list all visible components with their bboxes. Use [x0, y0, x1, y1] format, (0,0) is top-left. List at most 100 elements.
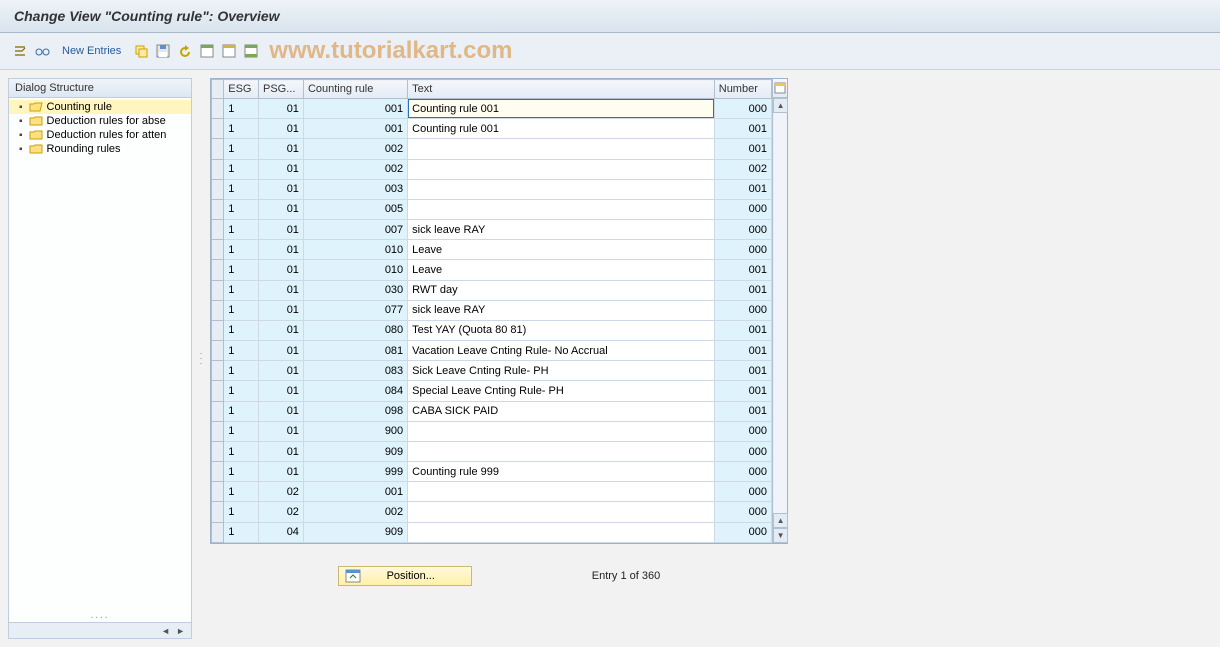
table-row[interactable]: 101002001	[212, 139, 772, 159]
cell-text[interactable]: CABA SICK PAID	[408, 401, 715, 421]
cell-number[interactable]: 001	[714, 320, 771, 340]
cell-text[interactable]: Counting rule 001	[408, 99, 715, 119]
table-row[interactable]: 101081Vacation Leave Cnting Rule- No Acc…	[212, 341, 772, 361]
cell-number[interactable]: 000	[714, 522, 771, 542]
cell-esg[interactable]: 1	[224, 119, 259, 139]
cell-rule[interactable]: 001	[303, 99, 407, 119]
cell-esg[interactable]: 1	[224, 199, 259, 219]
row-selector[interactable]	[212, 300, 224, 320]
cell-psg[interactable]: 01	[258, 99, 303, 119]
cell-text[interactable]: Leave	[408, 260, 715, 280]
cell-rule[interactable]: 002	[303, 139, 407, 159]
cell-esg[interactable]: 1	[224, 421, 259, 441]
row-selector[interactable]	[212, 522, 224, 542]
cell-rule[interactable]: 900	[303, 421, 407, 441]
tree-item-2[interactable]: ▪Deduction rules for atten	[9, 128, 191, 142]
cell-rule[interactable]: 002	[303, 159, 407, 179]
cell-rule[interactable]: 005	[303, 199, 407, 219]
cell-number[interactable]: 001	[714, 139, 771, 159]
cell-rule[interactable]: 010	[303, 240, 407, 260]
table-row[interactable]: 101030RWT day001	[212, 280, 772, 300]
table-row[interactable]: 101010Leave000	[212, 240, 772, 260]
cell-number[interactable]: 000	[714, 300, 771, 320]
row-selector[interactable]	[212, 401, 224, 421]
cell-psg[interactable]: 01	[258, 421, 303, 441]
cell-esg[interactable]: 1	[224, 139, 259, 159]
cell-psg[interactable]: 01	[258, 320, 303, 340]
row-selector[interactable]	[212, 320, 224, 340]
cell-esg[interactable]: 1	[224, 441, 259, 461]
row-header-corner[interactable]	[212, 80, 224, 99]
cell-esg[interactable]: 1	[224, 320, 259, 340]
cell-esg[interactable]: 1	[224, 159, 259, 179]
cell-text[interactable]: Test YAY (Quota 80 81)	[408, 320, 715, 340]
vertical-scrollbar[interactable]: ▲ ▲ ▼	[772, 79, 787, 543]
cell-esg[interactable]: 1	[224, 522, 259, 542]
cell-esg[interactable]: 1	[224, 220, 259, 240]
cell-text[interactable]	[408, 441, 715, 461]
cell-rule[interactable]: 002	[303, 502, 407, 522]
cell-number[interactable]: 000	[714, 199, 771, 219]
cell-text[interactable]	[408, 159, 715, 179]
cell-rule[interactable]: 001	[303, 482, 407, 502]
cell-number[interactable]: 001	[714, 381, 771, 401]
table-row[interactable]: 101900000	[212, 421, 772, 441]
cell-esg[interactable]: 1	[224, 179, 259, 199]
cell-number[interactable]: 001	[714, 119, 771, 139]
table-row[interactable]: 104909000	[212, 522, 772, 542]
deselect-all-icon[interactable]	[221, 43, 237, 59]
cell-number[interactable]: 002	[714, 159, 771, 179]
cell-text[interactable]: Leave	[408, 240, 715, 260]
table-row[interactable]: 101999Counting rule 999000	[212, 462, 772, 482]
table-row[interactable]: 101001Counting rule 001001	[212, 119, 772, 139]
col-text[interactable]: Text	[408, 80, 715, 99]
cell-psg[interactable]: 01	[258, 220, 303, 240]
cell-esg[interactable]: 1	[224, 462, 259, 482]
undo-icon[interactable]	[177, 43, 193, 59]
cell-esg[interactable]: 1	[224, 341, 259, 361]
copy-icon[interactable]	[133, 43, 149, 59]
row-selector[interactable]	[212, 381, 224, 401]
cell-number[interactable]: 000	[714, 220, 771, 240]
cell-text[interactable]: Vacation Leave Cnting Rule- No Accrual	[408, 341, 715, 361]
row-selector[interactable]	[212, 220, 224, 240]
glasses-icon[interactable]	[34, 43, 50, 59]
print-icon[interactable]	[243, 43, 259, 59]
row-selector[interactable]	[212, 199, 224, 219]
row-selector[interactable]	[212, 280, 224, 300]
cell-number[interactable]: 001	[714, 341, 771, 361]
scroll-up-icon[interactable]: ▲	[773, 98, 788, 113]
cell-rule[interactable]: 007	[303, 220, 407, 240]
cell-text[interactable]	[408, 522, 715, 542]
cell-rule[interactable]: 080	[303, 320, 407, 340]
cell-text[interactable]	[408, 179, 715, 199]
cell-rule[interactable]: 909	[303, 441, 407, 461]
tree-item-1[interactable]: ▪Deduction rules for abse	[9, 114, 191, 128]
cell-number[interactable]: 001	[714, 280, 771, 300]
cell-esg[interactable]: 1	[224, 240, 259, 260]
cell-rule[interactable]: 077	[303, 300, 407, 320]
scroll-left-icon[interactable]: ◄	[159, 626, 172, 636]
cell-text[interactable]: Counting rule 999	[408, 462, 715, 482]
table-row[interactable]: 101010Leave001	[212, 260, 772, 280]
table-row[interactable]: 101005000	[212, 199, 772, 219]
resize-grip[interactable]: ∙∙∙∙	[85, 612, 115, 618]
cell-rule[interactable]: 083	[303, 361, 407, 381]
toggle-icon[interactable]	[12, 43, 28, 59]
table-row[interactable]: 101080Test YAY (Quota 80 81)001	[212, 320, 772, 340]
cell-psg[interactable]: 01	[258, 341, 303, 361]
tree-item-0[interactable]: ▪Counting rule	[9, 100, 191, 114]
cell-number[interactable]: 000	[714, 99, 771, 119]
cell-text[interactable]: RWT day	[408, 280, 715, 300]
col-rule[interactable]: Counting rule	[303, 80, 407, 99]
row-selector[interactable]	[212, 260, 224, 280]
cell-text[interactable]: Counting rule 001	[408, 119, 715, 139]
table-row[interactable]: 101007sick leave RAY000	[212, 220, 772, 240]
cell-psg[interactable]: 04	[258, 522, 303, 542]
tree-item-3[interactable]: ▪Rounding rules	[9, 142, 191, 156]
cell-psg[interactable]: 01	[258, 179, 303, 199]
new-entries-button[interactable]: New Entries	[56, 43, 127, 59]
row-selector[interactable]	[212, 119, 224, 139]
table-row[interactable]: 101084Special Leave Cnting Rule- PH001	[212, 381, 772, 401]
table-row[interactable]: 101083Sick Leave Cnting Rule- PH001	[212, 361, 772, 381]
